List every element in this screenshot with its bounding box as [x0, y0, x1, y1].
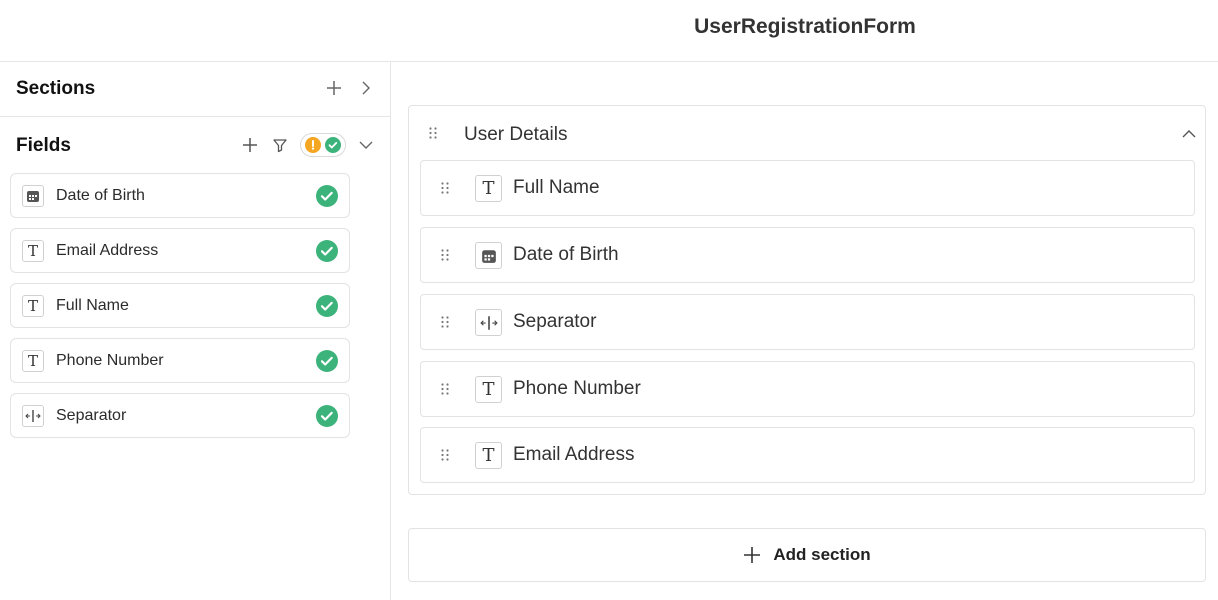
sections-header: Sections: [0, 62, 390, 117]
add-section-button[interactable]: Add section: [408, 528, 1206, 582]
section-field-row-date-of-birth[interactable]: Date of Birth: [420, 227, 1195, 283]
field-item-email-address[interactable]: T Email Address: [10, 228, 350, 273]
field-label: Email Address: [56, 242, 159, 259]
section-card[interactable]: User Details T Full Name Date of Birth S…: [408, 105, 1206, 495]
field-label: Phone Number: [56, 352, 164, 369]
calendar-icon: [475, 242, 502, 269]
add-section-label: Add section: [773, 545, 871, 564]
text-type-icon: T: [475, 442, 502, 469]
sidebar: Sections Fields Date of Birth T Email Ad…: [0, 62, 391, 600]
separator-icon: [475, 309, 502, 336]
add-section-icon[interactable]: [324, 78, 344, 98]
drag-handle-icon[interactable]: [441, 448, 449, 466]
fields-label: Fields: [16, 135, 71, 156]
field-list: Date of Birth T Email Address T Full Nam…: [10, 173, 350, 448]
section-field-label: Full Name: [513, 177, 600, 198]
calendar-icon: [22, 185, 44, 207]
section-field-row-phone-number[interactable]: T Phone Number: [420, 361, 1195, 417]
check-circle-icon: [316, 405, 338, 432]
sections-label: Sections: [16, 78, 96, 99]
field-item-date-of-birth[interactable]: Date of Birth: [10, 173, 350, 218]
section-field-row-email-address[interactable]: T Email Address: [420, 427, 1195, 483]
drag-handle-icon[interactable]: [441, 248, 449, 266]
check-circle-icon: [316, 185, 338, 212]
chevron-down-icon[interactable]: [356, 135, 376, 155]
section-field-label: Phone Number: [513, 378, 641, 399]
section-field-label: Date of Birth: [513, 244, 619, 265]
add-field-icon[interactable]: [240, 135, 260, 155]
drag-handle-icon[interactable]: [441, 315, 449, 333]
section-field-label: Separator: [513, 311, 597, 332]
check-circle-icon: [325, 137, 341, 153]
app-header: UserRegistrationForm: [0, 0, 1218, 62]
chevron-right-icon[interactable]: [356, 78, 376, 98]
form-canvas: User Details T Full Name Date of Birth S…: [392, 62, 1218, 600]
text-type-icon: T: [475, 376, 502, 403]
fields-header: Fields: [0, 117, 390, 172]
field-item-phone-number[interactable]: T Phone Number: [10, 338, 350, 383]
plus-icon: [744, 547, 761, 563]
text-type-icon: T: [22, 350, 44, 372]
field-label: Separator: [56, 407, 127, 424]
text-type-icon: T: [22, 240, 44, 262]
text-type-icon: T: [22, 295, 44, 317]
section-field-label: Email Address: [513, 444, 635, 465]
section-field-row-full-name[interactable]: T Full Name: [420, 160, 1195, 216]
field-item-separator[interactable]: Separator: [10, 393, 350, 438]
chevron-up-icon[interactable]: [1179, 124, 1199, 144]
validation-status-toggle[interactable]: [300, 133, 346, 157]
check-circle-icon: [316, 350, 338, 377]
form-title: UserRegistrationForm: [694, 15, 916, 38]
drag-handle-icon[interactable]: [429, 126, 437, 144]
section-field-row-separator[interactable]: Separator: [420, 294, 1195, 350]
drag-handle-icon[interactable]: [441, 181, 449, 199]
field-label: Date of Birth: [56, 187, 145, 204]
drag-handle-icon[interactable]: [441, 382, 449, 400]
check-circle-icon: [316, 295, 338, 322]
separator-icon: [22, 405, 44, 427]
field-item-full-name[interactable]: T Full Name: [10, 283, 350, 328]
text-type-icon: T: [475, 175, 502, 202]
check-circle-icon: [316, 240, 338, 267]
field-label: Full Name: [56, 297, 129, 314]
filter-icon[interactable]: [270, 135, 290, 155]
warning-icon: [305, 137, 321, 153]
section-title: User Details: [464, 124, 568, 145]
